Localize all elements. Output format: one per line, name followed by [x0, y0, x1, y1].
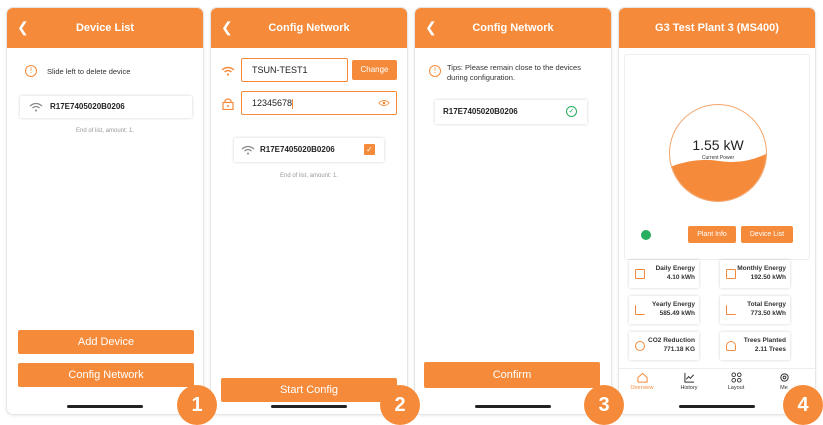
home-indicator	[475, 405, 551, 408]
wifi-icon	[29, 102, 43, 112]
page-title: Config Network	[472, 22, 554, 34]
lock-icon	[222, 98, 234, 110]
hint-text: Slide left to delete device	[47, 67, 131, 76]
bottom-nav	[619, 368, 815, 369]
home-indicator	[679, 405, 755, 408]
current-power-label: Current Power	[701, 155, 735, 161]
add-device-button[interactable]: Add Device	[18, 330, 194, 354]
password-field[interactable]: 12345678	[241, 91, 397, 115]
device-serial: R17E7405020B0206	[50, 102, 125, 111]
success-check-icon: ✓	[566, 106, 577, 117]
ssid-field[interactable]: TSUN-TEST1	[241, 58, 348, 82]
change-button[interactable]: Change	[352, 60, 397, 80]
stat-trees-planted: Trees Planted 2.11 Trees	[720, 332, 790, 360]
grid-icon	[730, 372, 742, 383]
device-list-button[interactable]: Device List	[741, 226, 793, 243]
info-icon: !	[429, 65, 441, 77]
stat-daily-energy: Daily Energy 4.10 kWh	[629, 260, 699, 288]
device-item[interactable]: R17E7405020B0206 ✓	[234, 138, 384, 162]
screen-config-progress: ❮ Config Network ! Tips: Please remain c…	[415, 8, 611, 414]
info-icon: !	[25, 65, 37, 77]
checkbox-checked-icon[interactable]: ✓	[364, 144, 375, 155]
stat-yearly-energy: Yearly Energy 585.49 kWh	[629, 296, 699, 324]
device-serial: R17E7405020B0206	[260, 145, 335, 154]
nav-layout[interactable]: Layout	[721, 372, 751, 391]
back-icon[interactable]: ❮	[221, 8, 233, 46]
tip-text: Tips: Please remain close to the devices…	[447, 63, 581, 82]
step-badge-2: 2	[380, 385, 420, 425]
password-value: 12345678	[252, 98, 293, 108]
home-indicator	[67, 405, 143, 408]
nav-overview[interactable]: Overview	[627, 372, 657, 391]
header: ❮ Config Network	[211, 8, 407, 48]
screen-device-list: ❮ Device List ! Slide left to delete dev…	[7, 8, 203, 414]
plant-info-button[interactable]: Plant Info	[688, 226, 736, 243]
stat-co2-reduction: CO2 Reduction 771.18 KG	[629, 332, 699, 360]
step-badge-1: 1	[177, 385, 217, 425]
wifi-icon	[221, 66, 235, 76]
page-title: G3 Test Plant 3 (MS400)	[655, 22, 779, 34]
stat-monthly-energy: Monthly Energy 192.50 kWh	[720, 260, 790, 288]
page-title: Config Network	[268, 22, 350, 34]
header: G3 Test Plant 3 (MS400)	[619, 8, 815, 48]
confirm-button[interactable]: Confirm	[424, 362, 600, 388]
end-of-list-text: End of list, amount: 1.	[75, 128, 135, 134]
wifi-icon	[241, 145, 255, 155]
header: ❮ Config Network	[415, 8, 611, 48]
current-power-value: 1.55 kW	[692, 137, 744, 153]
chart-icon	[683, 372, 694, 383]
home-icon	[636, 372, 648, 383]
device-serial: R17E7405020B0206	[443, 107, 518, 116]
step-badge-4: 4	[783, 385, 823, 425]
device-item[interactable]: R17E7405020B0206	[20, 96, 192, 118]
start-config-button[interactable]: Start Config	[221, 378, 397, 402]
eye-icon[interactable]	[378, 99, 390, 107]
back-icon[interactable]: ❮	[425, 8, 437, 46]
home-indicator	[271, 405, 347, 408]
device-item[interactable]: R17E7405020B0206 ✓	[435, 100, 587, 124]
step-badge-3: 3	[584, 385, 624, 425]
gauge-fill	[670, 153, 766, 201]
screen-config-network: ❮ Config Network TSUN-TEST1 Change 12345…	[211, 8, 407, 414]
header: ❮ Device List	[7, 8, 203, 48]
back-icon[interactable]: ❮	[17, 8, 29, 46]
power-gauge: 1.55 kW Current Power	[669, 104, 767, 202]
screen-plant-overview: G3 Test Plant 3 (MS400) 1.55 kW Current …	[619, 8, 815, 414]
online-status-dot	[641, 230, 651, 240]
nav-history[interactable]: History	[674, 372, 704, 391]
gear-icon	[779, 373, 789, 382]
end-of-list-text: End of list, amount: 1.	[279, 173, 339, 179]
config-network-button[interactable]: Config Network	[18, 363, 194, 387]
page-title: Device List	[75, 22, 135, 34]
stat-total-energy: Total Energy 773.50 kWh	[720, 296, 790, 324]
text-cursor	[292, 98, 294, 109]
